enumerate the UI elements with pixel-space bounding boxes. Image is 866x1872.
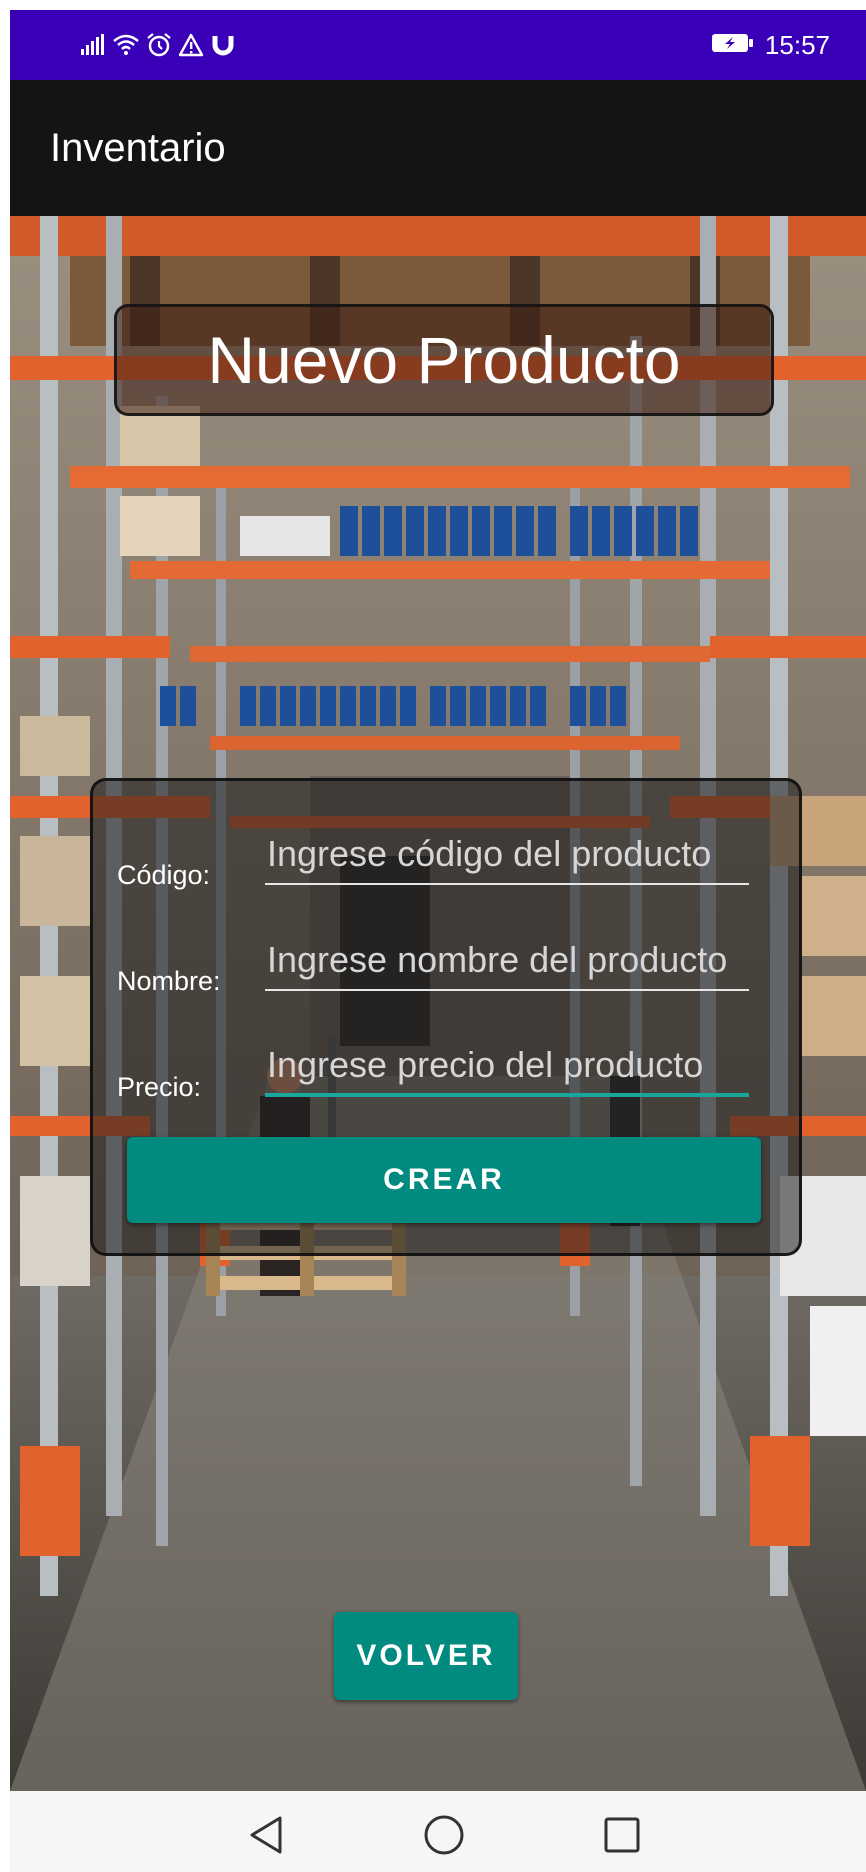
app-title: Inventario — [50, 126, 226, 170]
app-bar: Inventario — [10, 80, 866, 216]
back-triangle-icon[interactable] — [236, 1805, 296, 1865]
title-panel: Nuevo Producto — [114, 304, 774, 416]
status-right: 15:57 — [711, 28, 830, 62]
nombre-input[interactable] — [265, 931, 749, 991]
page-title: Nuevo Producto — [207, 323, 681, 397]
main-content: Nuevo Producto Código: Nombre: Precio: C… — [10, 216, 866, 1791]
recents-square-icon[interactable] — [592, 1805, 652, 1865]
precio-row: Precio: — [93, 1037, 799, 1107]
codigo-row: Código: — [93, 825, 799, 895]
wifi-icon — [112, 33, 140, 57]
home-circle-icon[interactable] — [414, 1805, 474, 1865]
battery-charging-icon — [711, 32, 755, 58]
phone-screen: 15:57 Inventario Nuevo Producto Código: … — [10, 10, 866, 1872]
status-time: 15:57 — [764, 29, 830, 60]
codigo-input[interactable] — [265, 825, 749, 885]
volver-button[interactable]: VOLVER — [334, 1612, 518, 1700]
crear-button[interactable]: CREAR — [127, 1137, 761, 1223]
warning-icon — [178, 33, 204, 57]
nombre-label: Nombre: — [117, 966, 221, 996]
magnet-icon — [210, 32, 236, 58]
precio-label: Precio: — [117, 1072, 202, 1102]
alarm-icon — [146, 32, 172, 58]
status-icons — [80, 30, 236, 60]
precio-input[interactable] — [265, 1037, 749, 1097]
product-form: Código: Nombre: Precio: CREAR — [90, 778, 802, 1256]
nombre-row: Nombre: — [93, 931, 799, 1001]
signal-icon — [80, 34, 106, 56]
navigation-bar — [10, 1791, 866, 1872]
codigo-label: Código: — [117, 860, 211, 890]
status-bar: 15:57 — [10, 10, 866, 80]
